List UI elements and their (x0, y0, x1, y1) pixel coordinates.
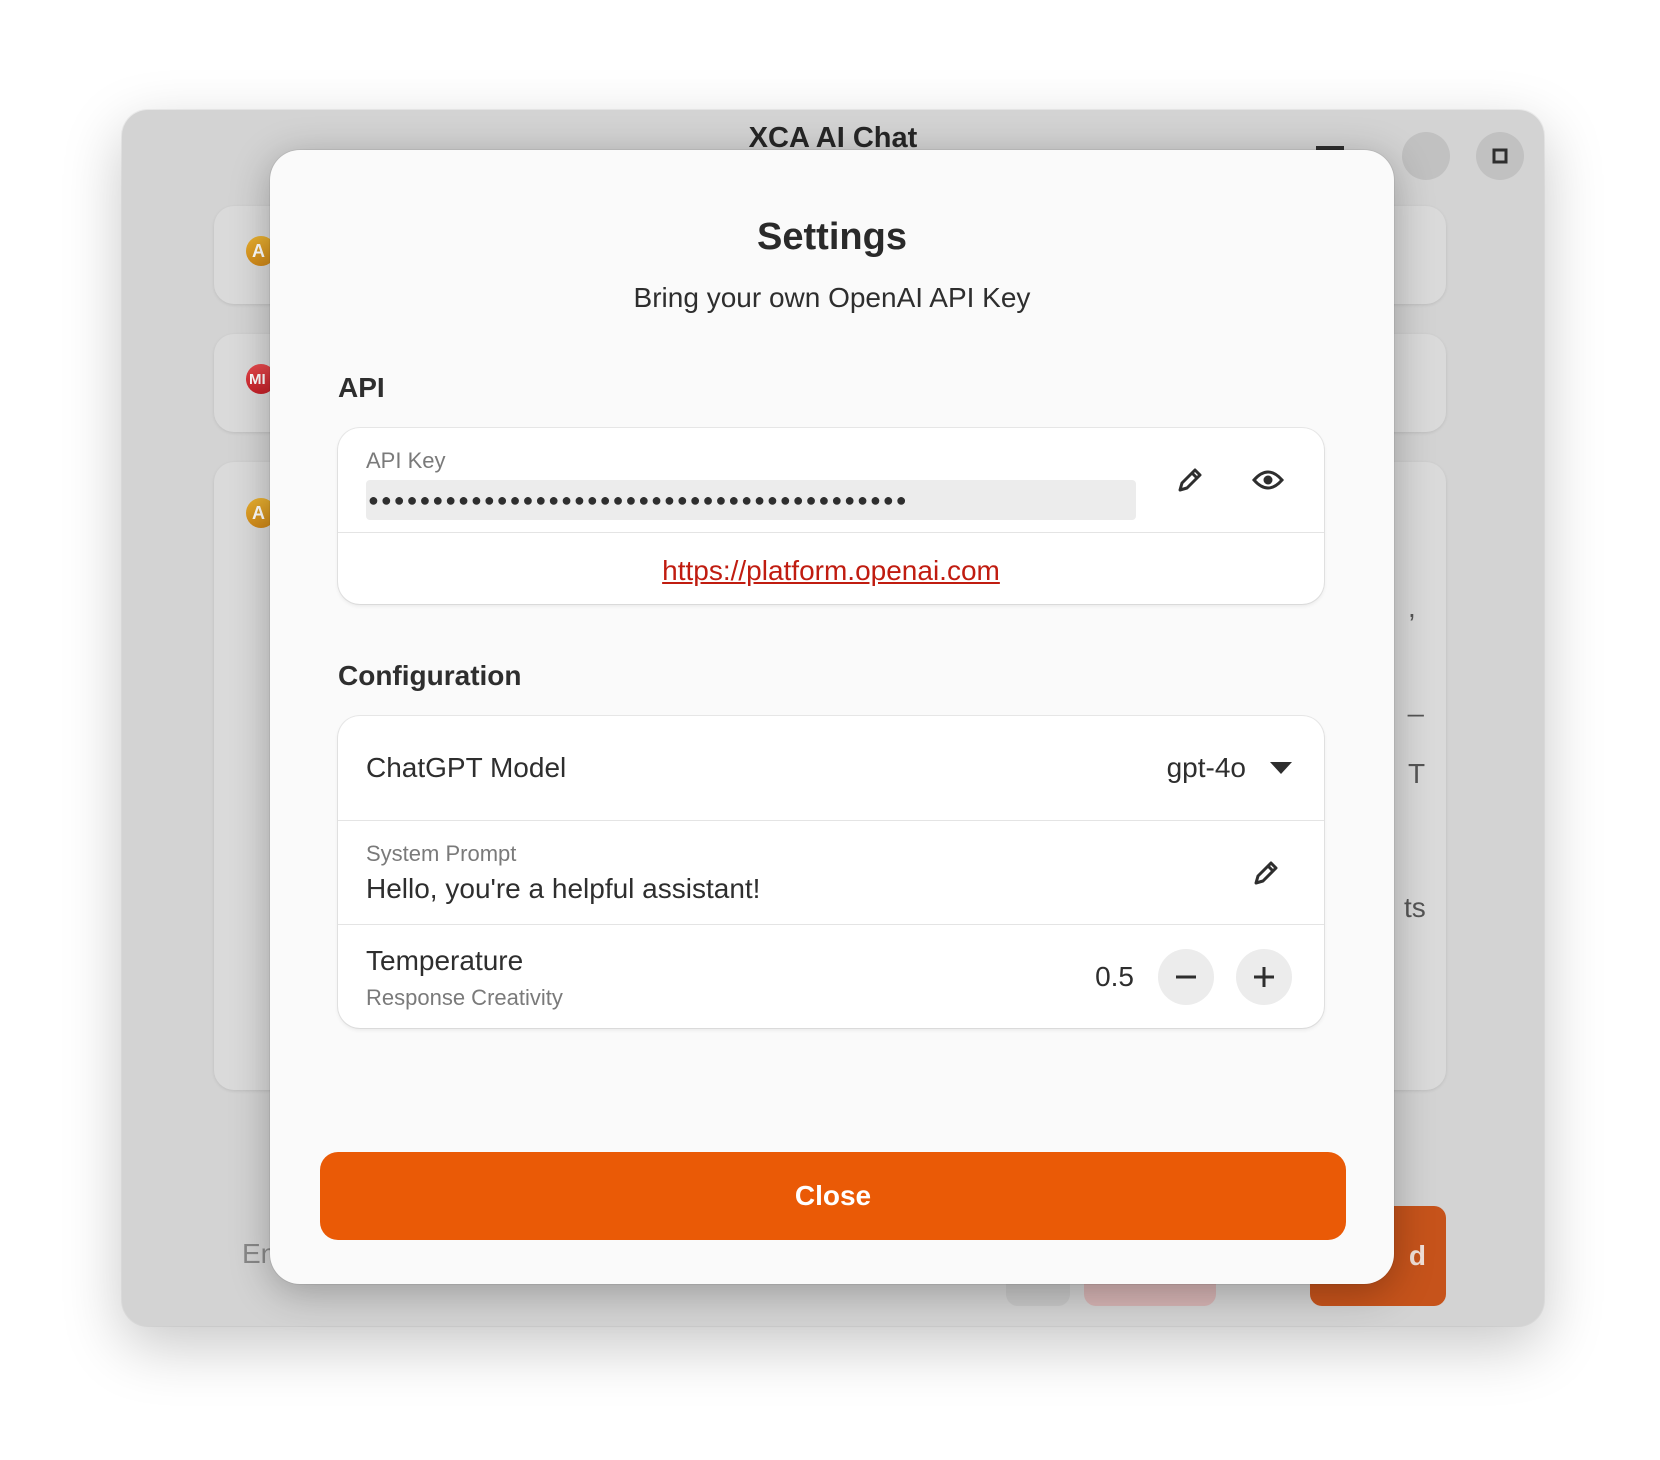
system-prompt-value: Hello, you're a helpful assistant! (366, 873, 761, 904)
edit-icon (1254, 861, 1278, 885)
dropdown-arrow-icon[interactable] (1268, 760, 1294, 776)
api-group: API Key ●●●●●●●●●●●●●●●●●●●●●●●●●●●●●●●●… (338, 428, 1324, 604)
api-key-row: API Key ●●●●●●●●●●●●●●●●●●●●●●●●●●●●●●●●… (338, 428, 1324, 532)
message-text-fragment: _ (1408, 686, 1424, 717)
temperature-row: Temperature Response Creativity 0.5 (338, 924, 1324, 1028)
decrease-temperature-button[interactable] (1158, 949, 1214, 1005)
eye-icon (1252, 470, 1284, 490)
message-text-fragment: , (1408, 592, 1416, 623)
api-key-field[interactable]: ●●●●●●●●●●●●●●●●●●●●●●●●●●●●●●●●●●●●●●●●… (366, 480, 1136, 520)
edit-api-key-button[interactable] (1162, 452, 1218, 508)
edit-system-prompt-button[interactable] (1238, 845, 1294, 901)
model-dropdown-value[interactable]: gpt-4o (1167, 752, 1246, 784)
show-api-key-button[interactable] (1240, 452, 1296, 508)
message-text-fragment: ts (1404, 892, 1426, 923)
model-label: ChatGPT Model (366, 752, 567, 783)
plus-icon (1254, 967, 1274, 987)
api-heading: API (338, 372, 385, 403)
message-text-fragment: T (1408, 758, 1426, 789)
temperature-label: Temperature (366, 945, 524, 976)
edit-icon (1178, 468, 1202, 492)
configuration-group: ChatGPT Model gpt-4o System Prompt Hello… (338, 716, 1324, 1028)
api-link-row: https://platform.openai.com (338, 532, 1324, 604)
dialog-subtitle: Bring your own OpenAI API Key (633, 282, 1031, 313)
api-key-label: API Key (366, 448, 446, 473)
window-menu-button[interactable] (1402, 132, 1450, 180)
temperature-sublabel: Response Creativity (366, 985, 563, 1010)
model-row[interactable]: ChatGPT Model gpt-4o (338, 716, 1324, 820)
temperature-value[interactable]: 0.5 (1095, 961, 1134, 993)
openai-platform-link[interactable]: https://platform.openai.com (338, 555, 1324, 587)
settings-dialog: Settings Bring your own OpenAI API Key A… (270, 150, 1394, 1284)
maximize-icon (1492, 148, 1508, 164)
minus-icon (1176, 975, 1196, 979)
system-prompt-label: System Prompt (366, 841, 517, 866)
close-button[interactable]: Close (320, 1152, 1346, 1240)
system-prompt-row: System Prompt Hello, you're a helpful as… (338, 820, 1324, 924)
dialog-title: Settings (757, 216, 907, 258)
increase-temperature-button[interactable] (1236, 949, 1292, 1005)
configuration-heading: Configuration (338, 660, 522, 691)
maximize-button[interactable] (1476, 132, 1524, 180)
